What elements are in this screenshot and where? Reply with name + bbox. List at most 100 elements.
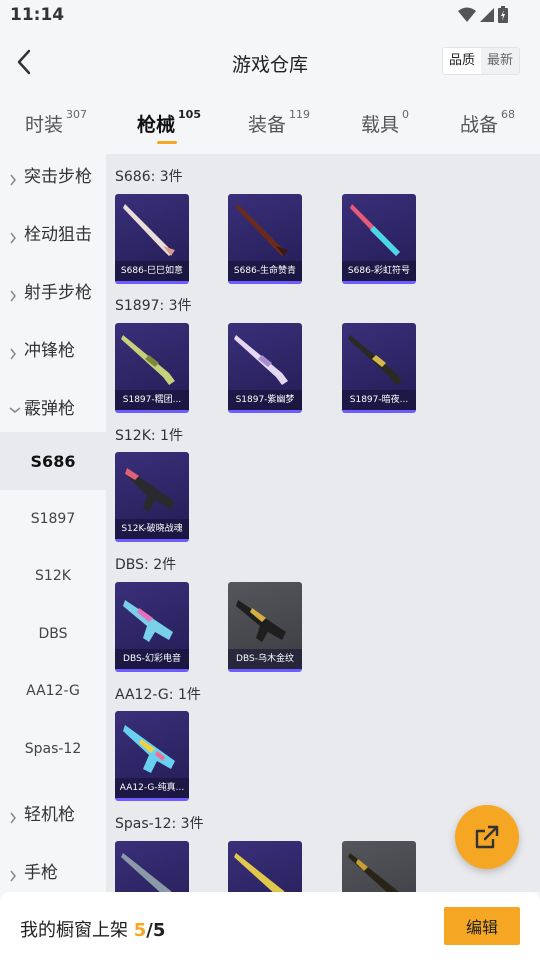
bottom-bar: 我的橱窗上架 5/5 编辑 — [0, 892, 540, 960]
shotgun-icon — [348, 853, 399, 892]
tab-count: 0 — [402, 107, 410, 121]
shotgun-icon — [234, 335, 288, 385]
item-caption: DBS-乌木金纹 — [228, 649, 302, 669]
group-title-s686: S686: 3件 — [115, 169, 183, 185]
tab-label: 枪械 — [137, 114, 176, 136]
weapon-sidebar: 突击步枪 栓动狙击 射手步枪 冲锋枪 霰弹枪 S686 S1897 S12K D… — [0, 154, 106, 892]
tab-equipment[interactable]: 装备 119 — [248, 107, 311, 137]
item-caption: S12K-破晓战魂 — [115, 519, 189, 539]
group-title-s12k: S12K: 1件 — [115, 428, 183, 444]
shotgun-icon — [125, 468, 175, 512]
item-card[interactable] — [342, 841, 416, 892]
tab-count: 68 — [501, 107, 516, 121]
tab-label: 载具 — [361, 114, 400, 136]
item-card[interactable]: S1897-暗夜... — [342, 323, 416, 413]
shotgun-icon — [123, 725, 175, 773]
tab-label: 装备 — [248, 114, 287, 136]
chevron-right-icon — [10, 870, 16, 882]
item-caption: S1897-紫幽梦 — [228, 390, 302, 410]
sidebar-cat-label: 射手步枪 — [24, 283, 92, 303]
sidebar-cat-label: 轻机枪 — [24, 805, 75, 825]
shotgun-icon — [121, 853, 172, 892]
item-card[interactable]: AA12-G-纯真... — [115, 711, 189, 801]
chevron-right-icon — [10, 290, 16, 302]
sidebar-sub-s1897[interactable]: S1897 — [0, 490, 106, 548]
sidebar-sub-aa12g[interactable]: AA12-G — [0, 662, 106, 720]
item-card[interactable]: S12K-破晓战魂 — [115, 452, 189, 542]
sidebar-sub-s686[interactable]: S686 — [0, 432, 106, 490]
battery-icon — [498, 6, 508, 23]
sidebar-cat-marksman-rifle[interactable]: 射手步枪 — [0, 270, 106, 328]
category-tabs: 时装 307 枪械 105 装备 119 载具 0 战备 68 — [0, 94, 540, 154]
sidebar-cat-label: 霰弹枪 — [24, 399, 75, 419]
sort-latest-button[interactable]: 最新 — [480, 48, 519, 74]
shotgun-icon — [236, 204, 288, 256]
tab-count: 307 — [66, 107, 88, 121]
item-caption: S686-彩虹符号 — [342, 261, 416, 281]
group-title-s1897: S1897: 3件 — [115, 298, 192, 314]
item-card[interactable]: DBS-乌木金纹 — [228, 582, 302, 672]
item-caption: S1897-糯团... — [115, 390, 189, 410]
item-card[interactable]: S686-彩虹符号 — [342, 194, 416, 284]
item-card[interactable] — [228, 841, 302, 892]
sidebar-cat-lmg[interactable]: 轻机枪 — [0, 792, 106, 850]
sidebar-sub-s12k[interactable]: S12K — [0, 547, 106, 605]
top-bar: 游戏仓库 品质 最新 — [0, 30, 540, 94]
shotgun-icon — [123, 204, 175, 256]
status-icons — [458, 6, 508, 23]
tab-costume[interactable]: 时装 307 — [25, 107, 88, 137]
shotgun-icon — [121, 335, 175, 385]
sidebar-cat-label: 栓动狙击 — [24, 225, 92, 245]
shotgun-icon — [348, 335, 402, 385]
sidebar-cat-smg[interactable]: 冲锋枪 — [0, 328, 106, 386]
shotgun-icon — [123, 600, 173, 642]
signal-icon — [480, 7, 494, 22]
sidebar-sub-dbs[interactable]: DBS — [0, 605, 106, 663]
item-card[interactable]: S1897-紫幽梦 — [228, 323, 302, 413]
item-card[interactable]: DBS-幻彩电音 — [115, 582, 189, 672]
item-caption: S686-巳巳如意 — [115, 261, 189, 281]
shotgun-icon — [236, 600, 286, 642]
item-card[interactable]: S686-生命赞青 — [228, 194, 302, 284]
sidebar-cat-label: 冲锋枪 — [24, 341, 75, 361]
share-button[interactable] — [455, 805, 519, 869]
tab-label: 时装 — [25, 114, 64, 136]
edit-button[interactable]: 编辑 — [444, 907, 520, 945]
sidebar-cat-label: 手枪 — [24, 863, 58, 883]
wifi-icon — [458, 7, 476, 22]
sidebar-cat-pistol[interactable]: 手枪 — [0, 850, 106, 892]
chevron-right-icon — [10, 812, 16, 824]
tab-count: 105 — [178, 107, 201, 121]
showcase-total: /5 — [146, 920, 166, 941]
showcase-current: 5 — [133, 920, 147, 941]
tab-label: 战备 — [460, 114, 499, 136]
sidebar-cat-bolt-sniper[interactable]: 栓动狙击 — [0, 212, 106, 270]
item-card[interactable] — [115, 841, 189, 892]
item-caption: S686-生命赞青 — [228, 261, 302, 281]
item-card[interactable]: S686-巳巳如意 — [115, 194, 189, 284]
status-time: 11:14 — [10, 5, 65, 25]
chevron-right-icon — [10, 348, 16, 360]
sort-toggle: 品质 最新 — [441, 47, 520, 75]
shotgun-icon — [234, 853, 285, 892]
sidebar-cat-assault-rifle[interactable]: 突击步枪 — [0, 154, 106, 212]
sidebar-cat-label: 突击步枪 — [24, 167, 92, 187]
chevron-right-icon — [10, 232, 16, 244]
sidebar-sub-spas12[interactable]: Spas-12 — [0, 720, 106, 778]
showcase-count: 我的橱窗上架 5/5 — [20, 916, 165, 942]
tab-vehicles[interactable]: 载具 0 — [361, 107, 410, 137]
tab-firearms[interactable]: 枪械 105 — [137, 107, 201, 137]
active-tab-indicator — [157, 141, 177, 144]
item-caption: AA12-G-纯真... — [115, 778, 189, 798]
item-grid: S686: 3件 S686-巳巳如意 S686-生命赞青 S686-彩虹符号 S… — [106, 154, 540, 892]
chevron-down-icon — [9, 407, 21, 413]
tab-supplies[interactable]: 战备 68 — [460, 107, 516, 137]
shotgun-icon — [350, 204, 400, 256]
share-icon — [475, 825, 499, 849]
item-card[interactable]: S1897-糯团... — [115, 323, 189, 413]
tab-count: 119 — [289, 107, 311, 121]
group-title-spas12: Spas-12: 3件 — [115, 816, 204, 832]
sort-quality-button[interactable]: 品质 — [442, 48, 481, 74]
item-caption: S1897-暗夜... — [342, 390, 416, 410]
showcase-label: 我的橱窗上架 — [20, 920, 128, 941]
